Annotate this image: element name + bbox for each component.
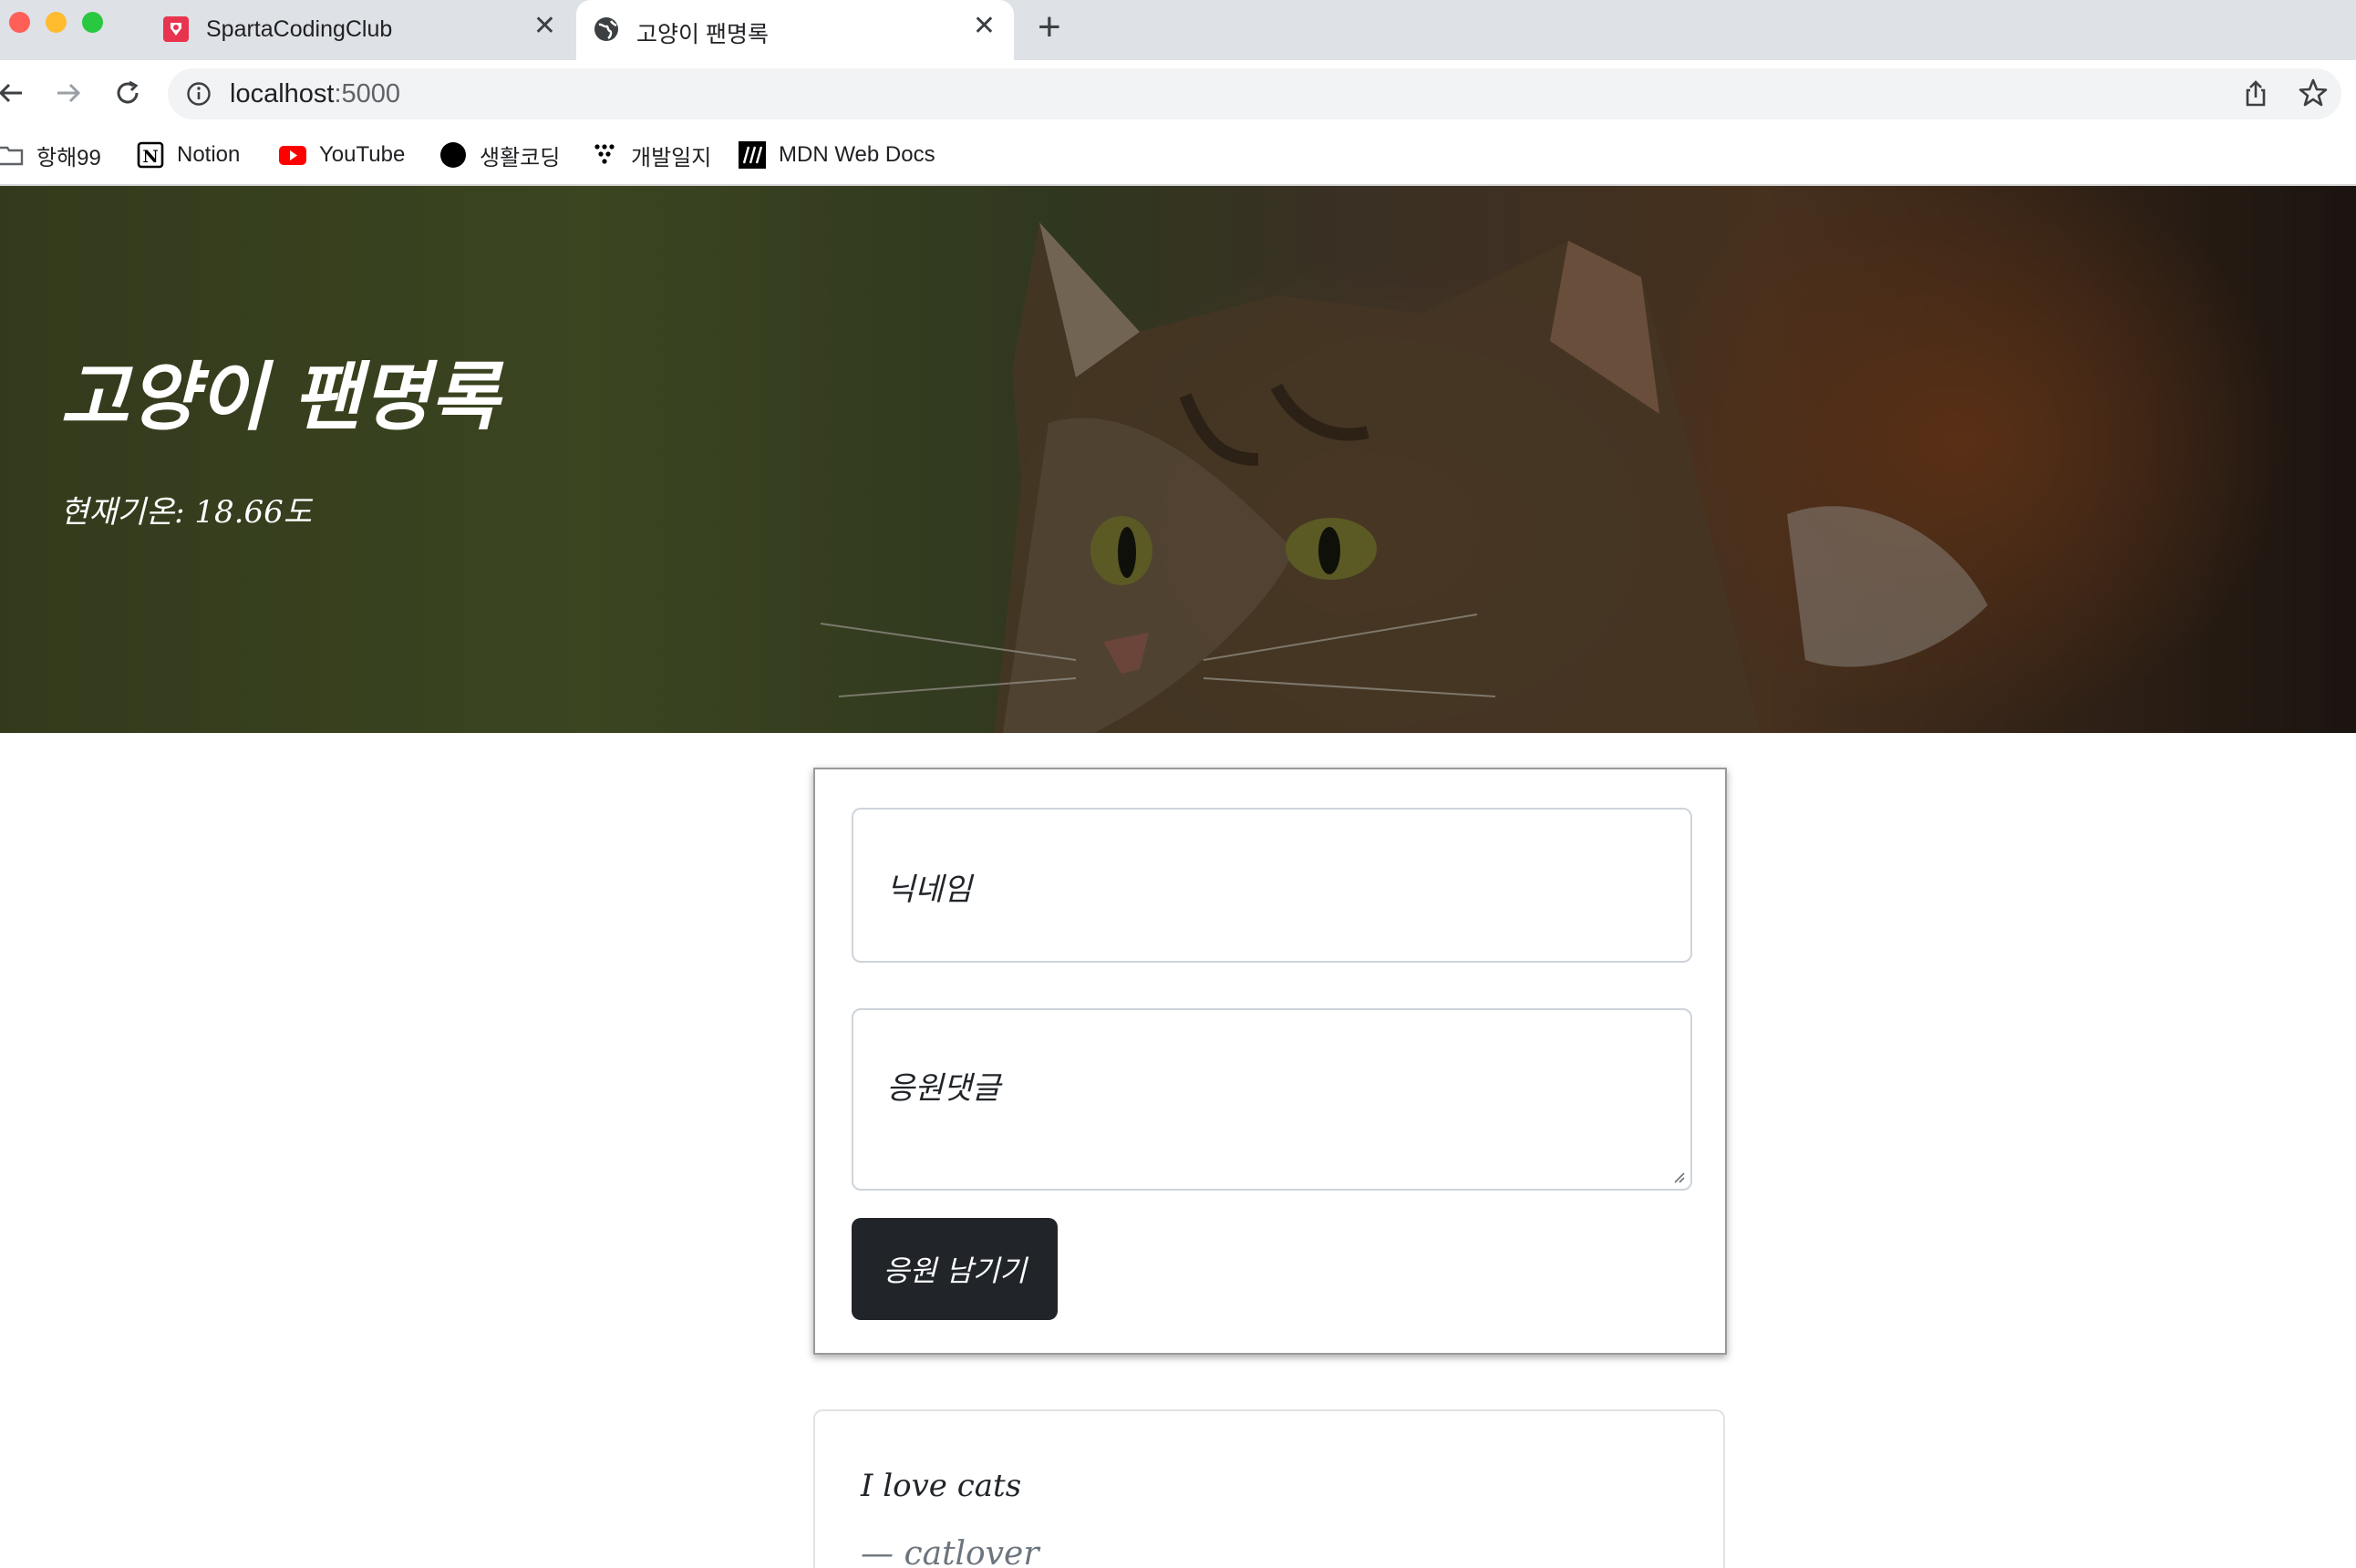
bookmark-notion[interactable]: N Notion	[137, 137, 240, 173]
tab-spartacodingclub[interactable]: SpartaCodingClub ✕	[146, 0, 574, 60]
bookmark-label: MDN Web Docs	[779, 142, 935, 167]
comment-text: I love cats	[861, 1468, 1022, 1504]
window-minimize-button[interactable]	[46, 12, 67, 33]
tab-title: SpartaCodingClub	[206, 16, 393, 42]
submit-cheer-button[interactable]: 응원 남기기	[852, 1218, 1058, 1320]
page-title: 고양이 팬명록	[60, 354, 500, 441]
address-bar[interactable]: localhost:5000	[168, 68, 2341, 119]
comment-textarea[interactable]: 응원댓글	[852, 1008, 1692, 1191]
new-tab-button[interactable]: +	[1038, 7, 1061, 47]
forward-button[interactable]	[50, 75, 87, 111]
globe-icon	[594, 17, 618, 41]
hero-banner: 고양이 팬명록 현재기온: 18.66도	[0, 186, 2356, 733]
current-temperature: 현재기온: 18.66도	[60, 494, 312, 531]
svg-text:N: N	[142, 147, 158, 167]
bookmark-star-icon[interactable]	[2298, 77, 2329, 108]
share-icon[interactable]	[2241, 79, 2270, 108]
back-button[interactable]	[0, 75, 29, 111]
nickname-placeholder: 닉네임	[886, 872, 972, 908]
tab-cat-guestbook[interactable]: 고양이 팬명록 ✕	[576, 0, 1014, 60]
youtube-icon	[279, 146, 306, 165]
comment-card: I love cats — catlover	[813, 1409, 1725, 1568]
comment-placeholder: 응원댓글	[886, 1070, 1001, 1107]
post-form: 닉네임 응원댓글 응원 남기기	[813, 768, 1727, 1355]
folder-icon	[0, 146, 24, 166]
bookmark-mdn[interactable]: MDN Web Docs	[739, 137, 935, 173]
reload-icon	[117, 80, 139, 104]
bookmark-label: YouTube	[319, 142, 406, 167]
window-maximize-button[interactable]	[82, 12, 103, 33]
notion-icon: N	[137, 141, 164, 169]
bookmark-saenghwalcoding[interactable]: 생활코딩	[439, 137, 560, 173]
window-close-button[interactable]	[9, 12, 30, 33]
mdn-icon	[739, 141, 766, 169]
bookmark-hanghae99[interactable]: 항해99	[0, 137, 101, 173]
hero-overlay	[0, 186, 2356, 733]
info-icon[interactable]	[186, 81, 212, 107]
tab-title: 고양이 팬명록	[636, 22, 769, 47]
resize-handle-icon[interactable]	[1672, 1171, 1685, 1183]
bookmark-label: 항해99	[36, 145, 101, 170]
tab-strip: SpartaCodingClub ✕ 고양이 팬명록 ✕ +	[0, 0, 2356, 60]
url-host: localhost	[230, 79, 335, 108]
dots-icon	[594, 144, 615, 164]
tab-close-icon[interactable]: ✕	[973, 13, 996, 40]
browser-toolbar: localhost:5000	[0, 60, 2356, 126]
url-port: :5000	[334, 79, 401, 108]
sparta-favicon-icon	[163, 16, 189, 42]
bookmark-label: 생활코딩	[480, 145, 561, 170]
arrow-right-icon	[57, 83, 81, 103]
arrow-left-icon	[0, 83, 22, 103]
bookmark-label: 개발일지	[631, 145, 712, 170]
bookmark-devlog[interactable]: 개발일지	[591, 137, 711, 173]
comment-author: — catlover	[861, 1535, 1039, 1568]
nickname-input[interactable]: 닉네임	[852, 808, 1692, 963]
tab-close-icon[interactable]: ✕	[533, 13, 556, 40]
bookmark-label: Notion	[177, 142, 241, 167]
bookmark-youtube[interactable]: YouTube	[279, 137, 405, 173]
reload-button[interactable]	[109, 75, 146, 111]
bookmarks-bar: 항해99 N Notion YouTube 생활코딩 개발일지 MDN Web …	[0, 126, 2356, 186]
url-text[interactable]: localhost:5000	[230, 79, 400, 109]
circle-icon	[440, 142, 466, 168]
